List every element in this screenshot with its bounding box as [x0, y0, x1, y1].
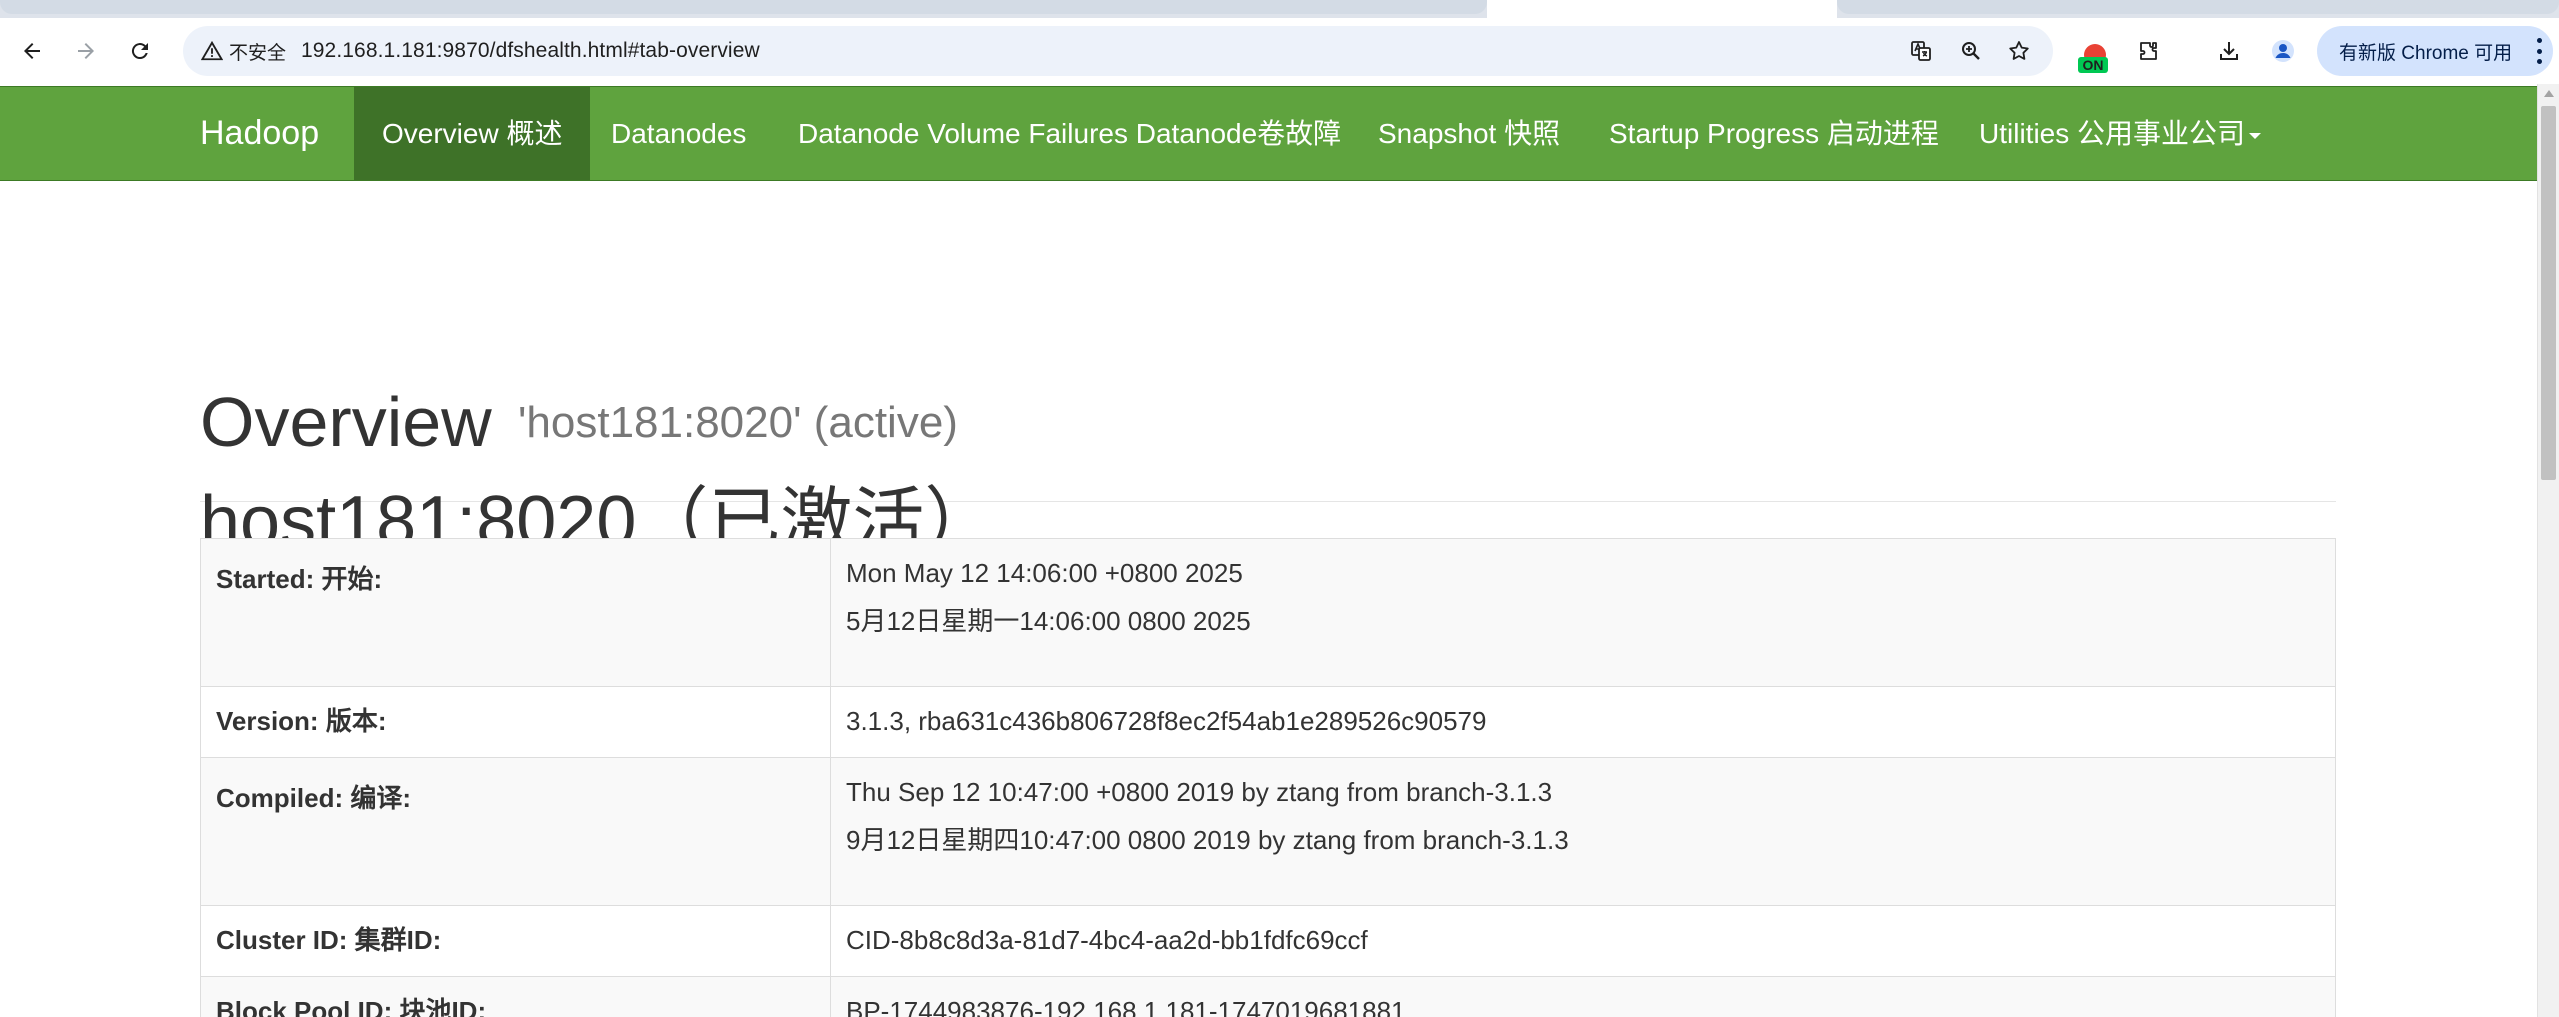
page-viewport: Hadoop Overview 概述 Datanodes Datanode Vo…	[0, 84, 2537, 1017]
more-menu-icon[interactable]	[2535, 38, 2543, 64]
row-key: Cluster ID: 集群ID:	[200, 905, 831, 977]
page-title: Overview	[200, 383, 492, 461]
tab-snapshot[interactable]: Snapshot 快照	[1350, 87, 1588, 180]
table-row: Cluster ID: 集群ID: CID-8b8c8d3a-81d7-4bc4…	[200, 905, 2336, 977]
brand-logo[interactable]: Hadoop	[200, 87, 319, 180]
chrome-update-button[interactable]: 有新版 Chrome 可用	[2317, 26, 2553, 76]
inactive-tab[interactable]	[1837, 0, 2559, 14]
row-key: Compiled: 编译:	[200, 757, 831, 906]
row-value: Mon May 12 14:06:00 +0800 2025 5月12日星期一1…	[830, 538, 2336, 687]
value-line: Mon May 12 14:06:00 +0800 2025	[846, 558, 1243, 588]
tab-strip	[0, 0, 2559, 18]
page-scrollbar[interactable]	[2537, 84, 2559, 1017]
row-value: CID-8b8c8d3a-81d7-4bc4-aa2d-bb1fdfc69ccf	[830, 905, 2336, 977]
address-bar[interactable]: 不安全 192.168.1.181:9870/dfshealth.html#ta…	[183, 26, 2053, 76]
row-key: Version: 版本:	[200, 686, 831, 758]
tab-utilities[interactable]: Utilities 公用事业公司	[1951, 87, 2289, 180]
warning-icon	[201, 40, 223, 61]
overview-table: Started: 开始: Mon May 12 14:06:00 +0800 2…	[200, 538, 2336, 1017]
table-row: Block Pool ID: 块池ID: BP-1744983876-192.1…	[200, 976, 2336, 1017]
value-line: 3.1.3, rba631c436b806728f8ec2f54ab1e2895…	[846, 706, 1487, 736]
row-key: Block Pool ID: 块池ID:	[200, 976, 831, 1017]
table-row: Compiled: 编译: Thu Sep 12 10:47:00 +0800 …	[200, 757, 2336, 906]
row-value: BP-1744983876-192.168.1.181-174701968188…	[830, 976, 2336, 1017]
scroll-up-arrow-icon[interactable]	[2544, 90, 2554, 97]
forward-arrow-icon[interactable]	[69, 34, 103, 68]
inactive-tab[interactable]	[0, 0, 1487, 14]
utilities-label: Utilities 公用事业公司	[1979, 118, 2246, 149]
value-line: BP-1744983876-192.168.1.181-174701968188…	[846, 996, 1406, 1017]
reload-icon[interactable]	[123, 34, 157, 68]
table-row: Started: 开始: Mon May 12 14:06:00 +0800 2…	[200, 538, 2336, 687]
security-label: 不安全	[229, 42, 287, 64]
extension-badge-text: ON	[2083, 57, 2104, 73]
security-indicator[interactable]: 不安全	[193, 35, 296, 67]
tab-datanodes[interactable]: Datanodes	[583, 87, 774, 180]
url-text[interactable]: 192.168.1.181:9870/dfshealth.html#tab-ov…	[301, 26, 760, 76]
active-tab[interactable]	[1487, 0, 1837, 18]
tab-startup-progress[interactable]: Startup Progress 启动进程	[1581, 87, 1967, 180]
profile-avatar-icon[interactable]	[2266, 34, 2300, 68]
row-value: Thu Sep 12 10:47:00 +0800 2019 by ztang …	[830, 757, 2336, 906]
row-key: Started: 开始:	[200, 538, 831, 687]
value-line: 5月12日星期一14:06:00 0800 2025	[846, 606, 1251, 636]
extension-on-icon[interactable]: ON	[2076, 40, 2114, 78]
browser-toolbar: 不安全 192.168.1.181:9870/dfshealth.html#ta…	[0, 18, 2559, 84]
bookmark-star-icon[interactable]	[2004, 36, 2034, 66]
page-subtitle: 'host181:8020' (active)	[518, 398, 958, 447]
hadoop-navbar: Hadoop Overview 概述 Datanodes Datanode Vo…	[0, 86, 2537, 181]
scrollbar-thumb[interactable]	[2541, 106, 2556, 480]
zoom-icon[interactable]	[1956, 36, 1986, 66]
value-line: CID-8b8c8d3a-81d7-4bc4-aa2d-bb1fdfc69ccf	[846, 925, 1368, 955]
translate-icon[interactable]	[1906, 36, 1936, 66]
table-row: Version: 版本: 3.1.3, rba631c436b806728f8e…	[200, 686, 2336, 758]
download-icon[interactable]	[2212, 34, 2246, 68]
update-button-label: 有新版 Chrome 可用	[2339, 42, 2513, 64]
tab-datanode-volume-failures[interactable]: Datanode Volume Failures Datanode卷故障	[770, 87, 1369, 180]
row-value: 3.1.3, rba631c436b806728f8ec2f54ab1e2895…	[830, 686, 2336, 758]
value-line: Thu Sep 12 10:47:00 +0800 2019 by ztang …	[846, 777, 1553, 807]
dropdown-caret-icon	[2249, 132, 2262, 139]
extensions-puzzle-icon[interactable]	[2132, 34, 2166, 68]
value-line: 9月12日星期四10:47:00 0800 2019 by ztang from…	[846, 825, 1569, 855]
page-header: Overview 'host181:8020' (active) host181…	[200, 294, 2336, 562]
back-arrow-icon[interactable]	[15, 34, 49, 68]
tab-overview[interactable]: Overview 概述	[354, 87, 591, 180]
